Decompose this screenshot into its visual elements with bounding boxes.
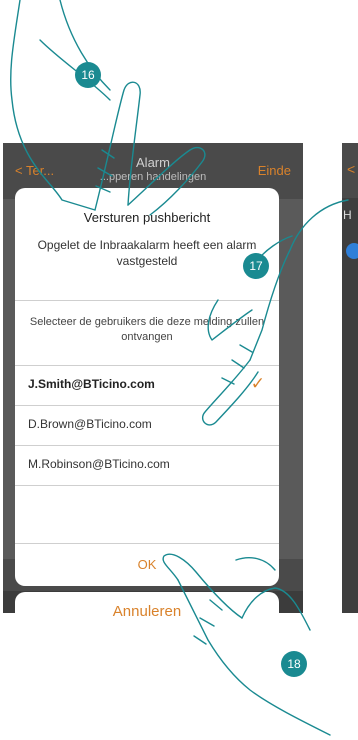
second-phone-screen: < H (342, 143, 358, 613)
user-email: D.Brown@BTicino.com (28, 417, 152, 431)
step-badge: 18 (281, 651, 307, 677)
second-header: < (342, 143, 358, 198)
done-button[interactable]: Einde (258, 163, 291, 178)
toggle-knob-icon[interactable] (346, 243, 358, 259)
second-back-icon[interactable]: < (347, 161, 355, 177)
push-notification-dialog: Versturen pushbericht Opgelet de Inbraak… (15, 188, 279, 586)
dialog-title: Versturen pushbericht (83, 210, 211, 225)
user-row-mrobinson[interactable]: M.Robinson@BTicino.com (15, 446, 279, 484)
user-row-jsmith[interactable]: J.Smith@BTicino.com ✓ (15, 366, 279, 404)
alarm-message: Opgelet de Inbraakalarm heeft een alarm … (37, 238, 257, 268)
select-users-prompt: Selecteer de gebruikers die deze melding… (29, 316, 265, 343)
cancel-button[interactable]: Annuleren (15, 592, 279, 632)
ok-button[interactable]: OK (15, 544, 279, 586)
user-email: J.Smith@BTicino.com (28, 377, 155, 391)
user-email: M.Robinson@BTicino.com (28, 457, 170, 471)
step-badge: 16 (75, 62, 101, 88)
user-row-dbrown[interactable]: D.Brown@BTicino.com (15, 406, 279, 444)
divider (15, 300, 279, 301)
step-badge: 17 (243, 253, 269, 279)
second-row-label: H (343, 208, 352, 222)
divider (15, 485, 279, 486)
checkmark-icon: ✓ (250, 374, 265, 393)
